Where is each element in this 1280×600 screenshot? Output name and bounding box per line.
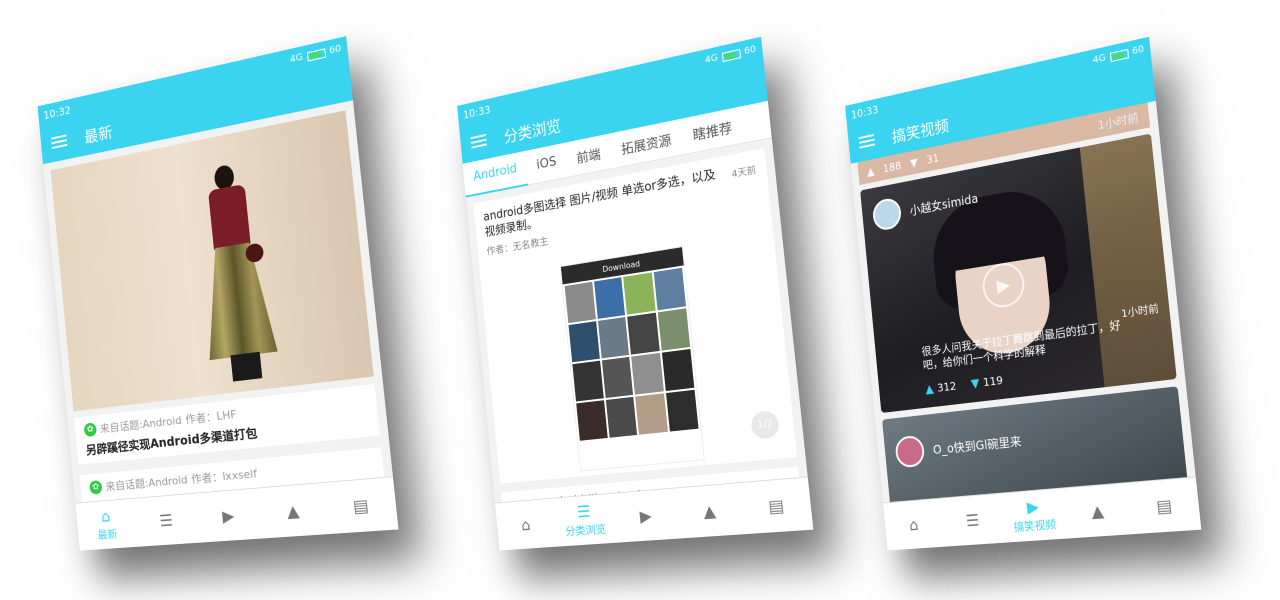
dislike-count: 31 xyxy=(925,151,940,167)
nav-categories[interactable]: ☰ xyxy=(134,494,200,547)
phone-screen-videos: 10:33 4G 60 搞笑视频 ▲ 188 ▼ 31 1小时前 小越女simi… xyxy=(845,36,1202,551)
like-count: 312 xyxy=(936,379,957,395)
battery-level: 60 xyxy=(1131,44,1145,58)
article-time: 4天前 xyxy=(731,165,757,181)
battery-icon xyxy=(721,48,741,62)
book-icon: ▤ xyxy=(1155,494,1174,517)
page-title: 搞笑视频 xyxy=(891,116,950,147)
post-image[interactable] xyxy=(50,110,374,412)
menu-icon[interactable] xyxy=(50,134,68,150)
battery-level: 60 xyxy=(743,44,757,58)
page-title: 分类浏览 xyxy=(503,116,562,147)
video-card[interactable]: 小越女simida ▶ 1小时前 很多人问我关于拉丁舞跳到最后的拉丁，好吧，给你… xyxy=(860,133,1177,413)
video-icon: ▶ xyxy=(638,505,653,526)
thumbs-up-icon[interactable]: ▲ xyxy=(925,382,935,397)
list-icon: ☰ xyxy=(158,510,174,530)
nav-categories[interactable]: ☰ 分类浏览 xyxy=(553,494,618,547)
video-user[interactable]: O_o快到Gl碗里来 xyxy=(894,424,1023,469)
nav-images[interactable]: ▲ xyxy=(675,483,745,538)
battery-icon xyxy=(1109,48,1129,62)
video-icon: ▶ xyxy=(1025,496,1040,517)
nav-videos[interactable]: ▶ xyxy=(612,489,679,543)
image-icon: ▲ xyxy=(702,500,717,521)
feed: ✿ 来自话题:Android 作者：LHF 另辟蹊径实现Android多渠道打包… xyxy=(43,100,393,503)
battery-icon xyxy=(306,47,326,62)
android-icon: ✿ xyxy=(83,422,98,438)
category-feed: android多图选择 图片/视频 单选or多选，以及视频录制。 4天前 作者：… xyxy=(466,138,808,503)
list-icon: ☰ xyxy=(964,510,981,530)
stage: 10:32 4G 60 最新 ✿ 来自话题:Android 作者：LHF 另辟蹊… xyxy=(0,0,1280,600)
post-author: 作者：lxxself xyxy=(190,467,258,486)
battery-level: 60 xyxy=(328,43,342,57)
phone-screen-categories: 10:33 4G 60 分类浏览 Android iOS 前端 拓展资源 瞎推荐… xyxy=(457,36,814,551)
video-feed: ▲ 188 ▼ 31 1小时前 小越女simida ▶ 1小时前 很多人问我关于… xyxy=(851,101,1196,503)
menu-icon[interactable] xyxy=(470,133,487,149)
thumbs-down-icon[interactable]: ▼ xyxy=(970,376,980,391)
page-title: 最新 xyxy=(83,122,114,147)
android-icon: ✿ xyxy=(89,480,103,495)
book-icon: ▤ xyxy=(767,494,786,517)
home-icon: ⌂ xyxy=(100,506,112,526)
nav-images[interactable]: ▲ xyxy=(258,483,329,538)
nav-videos[interactable]: ▶ 搞笑视频 xyxy=(1000,489,1067,543)
avatar xyxy=(894,434,926,469)
username: 小越女simida xyxy=(909,190,979,218)
status-time: 10:33 xyxy=(462,102,491,122)
book-icon: ▤ xyxy=(351,494,370,516)
article-card[interactable]: android多图选择 图片/视频 单选or多选，以及视频录制。 4天前 作者：… xyxy=(473,148,798,484)
nav-reading[interactable]: ▤ xyxy=(324,477,399,534)
thumbnail-grid xyxy=(563,265,701,443)
nav-categories[interactable]: ☰ xyxy=(941,494,1006,547)
video-time: 1小时前 xyxy=(1097,110,1140,133)
video-icon: ▶ xyxy=(221,505,236,526)
phone-screen-latest: 10:32 4G 60 最新 ✿ 来自话题:Android 作者：LHF 另辟蹊… xyxy=(37,36,399,551)
thumbs-up-icon: ▲ xyxy=(866,164,875,179)
status-time: 10:32 xyxy=(42,103,72,122)
dislike-count: 119 xyxy=(982,373,1004,389)
thumbs-down-icon: ▼ xyxy=(909,155,919,170)
home-icon: ⌂ xyxy=(908,514,920,534)
nav-latest[interactable]: ⌂ xyxy=(495,499,557,551)
nav-videos[interactable]: ▶ xyxy=(194,488,262,542)
nav-reading[interactable]: ▤ xyxy=(1128,477,1202,534)
network-label: 4G xyxy=(704,52,719,66)
post-source: 来自话题:Android xyxy=(104,473,189,494)
status-time: 10:33 xyxy=(850,102,879,122)
image-icon: ▲ xyxy=(285,500,301,521)
list-icon: ☰ xyxy=(576,501,592,521)
like-count: 188 xyxy=(882,158,902,175)
avatar xyxy=(871,196,903,232)
post-author: 作者：LHF xyxy=(184,407,238,427)
nav-latest[interactable]: ⌂ xyxy=(883,499,945,551)
pager-indicator: 1/2 xyxy=(750,409,781,440)
article-screenshot[interactable]: Download xyxy=(559,246,705,472)
nav-images[interactable]: ▲ xyxy=(1063,483,1133,538)
network-label: 4G xyxy=(1092,52,1107,66)
network-label: 4G xyxy=(289,52,304,66)
menu-icon[interactable] xyxy=(858,133,875,149)
image-icon: ▲ xyxy=(1090,500,1105,521)
username: O_o快到Gl碗里来 xyxy=(932,433,1022,457)
nav-latest[interactable]: ⌂ 最新 xyxy=(75,499,138,551)
nav-reading[interactable]: ▤ xyxy=(740,477,814,534)
home-icon: ⌂ xyxy=(520,514,532,534)
